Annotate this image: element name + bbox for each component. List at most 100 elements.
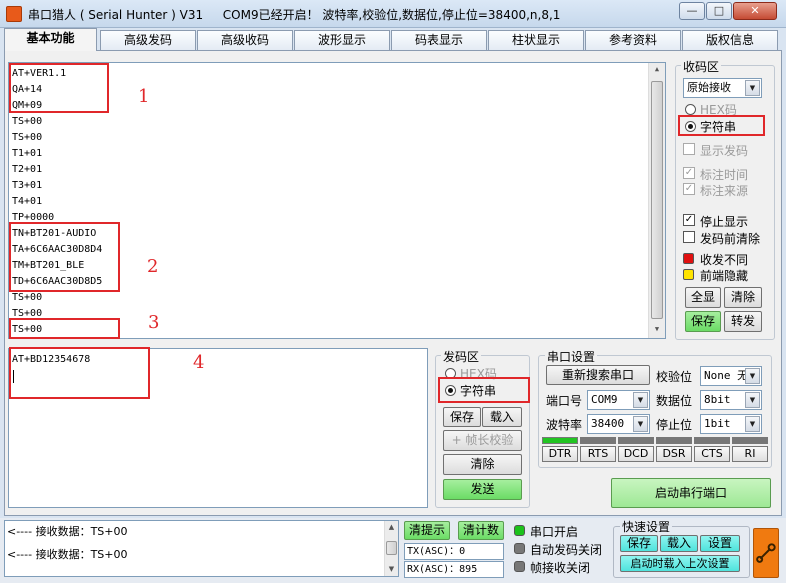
app-icon [6,6,22,22]
scroll-thumb[interactable] [651,81,663,319]
frame-check-button[interactable]: + 帧长校验 [443,430,522,451]
show-send-label: 显示发码 [700,144,749,158]
serial-settings-title: 串口设置 [545,348,598,365]
rx-counter: RX(ASC)：895 [404,561,504,578]
stop-display-checkbox[interactable]: ✓ [683,214,695,226]
stopbits-select[interactable]: 1bit ▼ [700,414,762,434]
chevron-down-icon: ▼ [745,80,760,96]
annotation-2: 2 [147,256,159,277]
chevron-down-icon: ▼ [745,368,760,384]
mark-source-checkbox[interactable]: ✓ [683,183,695,195]
tx-label: TX(ASC)： [407,546,460,557]
receive-line: TS+00 [12,116,43,127]
receive-panel-title: 收码区 [681,58,722,75]
rx-diff-label: 收发不同 [700,253,749,267]
show-send-checkbox[interactable] [683,143,695,155]
send-clear-button[interactable]: 清除 [443,454,522,475]
quick-save-button[interactable]: 保存 [620,535,658,552]
close-button[interactable]: ✕ [733,2,777,20]
quick-settings-button[interactable]: 设置 [700,535,740,552]
receive-line: T1+01 [12,148,43,159]
annotation-3: 3 [148,312,160,333]
port-label: 端口号 [546,394,583,408]
title-bar: 串口猎人 ( Serial Hunter ) V31 COM9已经开启！ 波特率… [0,0,786,28]
tab-bar-chart[interactable]: 柱状显示 [488,30,584,50]
rx-diff-led [683,253,694,264]
clear-count-button[interactable]: 清计数 [458,521,504,540]
dsr-indicator: DSR [656,446,692,462]
window-title: 串口猎人 ( Serial Hunter ) V31 [28,8,204,22]
highlight-box-send-string [438,377,530,403]
show-all-button[interactable]: 全显 [685,287,721,308]
baud-select[interactable]: 38400 ▼ [587,414,650,434]
load-last-settings-button[interactable]: 启动时载入上次设置 [620,555,740,572]
chevron-down-icon: ▼ [745,392,760,408]
clear-before-send-label: 发码前清除 [700,232,761,246]
frame-recv-led [514,561,525,572]
log-scrollbar[interactable]: ▲ ▼ [384,521,398,576]
port-open-led [514,525,525,536]
scroll-up-arrow[interactable]: ▲ [649,65,665,73]
clear-tip-button[interactable]: 清提示 [404,521,450,540]
tab-waveform[interactable]: 波形显示 [294,30,390,50]
send-load-button[interactable]: 载入 [482,407,522,427]
port-select[interactable]: COM9 ▼ [587,390,650,410]
quick-settings-title: 快速设置 [620,518,673,535]
receive-clear-button[interactable]: 清除 [724,287,762,308]
databits-select[interactable]: 8bit ▼ [700,390,762,410]
chevron-down-icon: ▼ [633,416,648,432]
auto-send-label: 自动发码关闭 [530,543,603,557]
tx-value: 0 [459,546,466,557]
signal-indicator-rts [580,437,616,444]
minimize-button[interactable]: — [679,2,705,20]
send-save-button[interactable]: 保存 [443,407,481,427]
dcd-indicator: DCD [618,446,654,462]
receive-mode-select[interactable]: 原始接收 ▼ [683,78,762,98]
stopbits-label: 停止位 [656,418,693,432]
highlight-box-receive-string [678,115,765,136]
tab-reference[interactable]: 参考资料 [585,30,681,50]
quick-load-button[interactable]: 载入 [660,535,698,552]
parity-select[interactable]: None 无 ▼ [700,366,762,386]
mark-source-label: 标注来源 [700,184,749,198]
mark-time-checkbox[interactable]: ✓ [683,167,695,179]
convert-button[interactable]: 转发 [724,311,762,332]
receive-line: T3+01 [12,180,43,191]
scroll-up-arrow[interactable]: ▲ [385,523,398,531]
highlight-box-4 [9,347,150,399]
hide-front-label: 前端隐藏 [700,269,749,283]
signal-indicator-dsr [656,437,692,444]
tab-basic[interactable]: 基本功能 [4,28,97,51]
baud-value: 38400 [591,417,625,430]
scroll-down-arrow[interactable]: ▼ [649,325,665,333]
rts-button[interactable]: RTS [580,446,616,462]
rescan-ports-button[interactable]: 重新搜索串口 [546,365,650,385]
maximize-button[interactable]: □ [706,2,732,20]
rx-value: 895 [459,564,478,575]
clear-before-send-checkbox[interactable] [683,231,695,243]
scroll-down-arrow[interactable]: ▼ [385,565,398,573]
cts-indicator: CTS [694,446,730,462]
tab-advanced-receive[interactable]: 高级收码 [197,30,293,50]
start-port-button[interactable]: 启动串行端口 [611,478,771,508]
parity-value: None 无 [704,369,749,382]
receive-mode-value: 原始接收 [687,81,731,94]
receive-save-button[interactable]: 保存 [685,311,721,332]
receive-hex-radio[interactable] [685,104,696,115]
log-box[interactable]: <---- 接收数据：TS+00 <---- 接收数据：TS+00 ▲ ▼ [4,520,399,577]
receive-scrollbar[interactable]: ▲ ▼ [648,63,665,338]
highlight-box-2 [9,222,120,292]
dtr-button[interactable]: DTR [542,446,578,462]
send-button[interactable]: 发送 [443,479,522,500]
log-scroll-thumb[interactable] [386,541,397,555]
auto-send-led [514,543,525,554]
tab-code-table[interactable]: 码表显示 [391,30,487,50]
ri-indicator: RI [732,446,768,462]
tab-copyright[interactable]: 版权信息 [682,30,778,50]
tx-counter: TX(ASC)：0 [404,543,504,560]
tool-button[interactable] [753,528,779,578]
signal-indicator-dcd [618,437,654,444]
port-value: COM9 [591,393,618,406]
log-line-2: <---- 接收数据：TS+00 [7,548,128,561]
tab-advanced-send[interactable]: 高级发码 [100,30,196,50]
